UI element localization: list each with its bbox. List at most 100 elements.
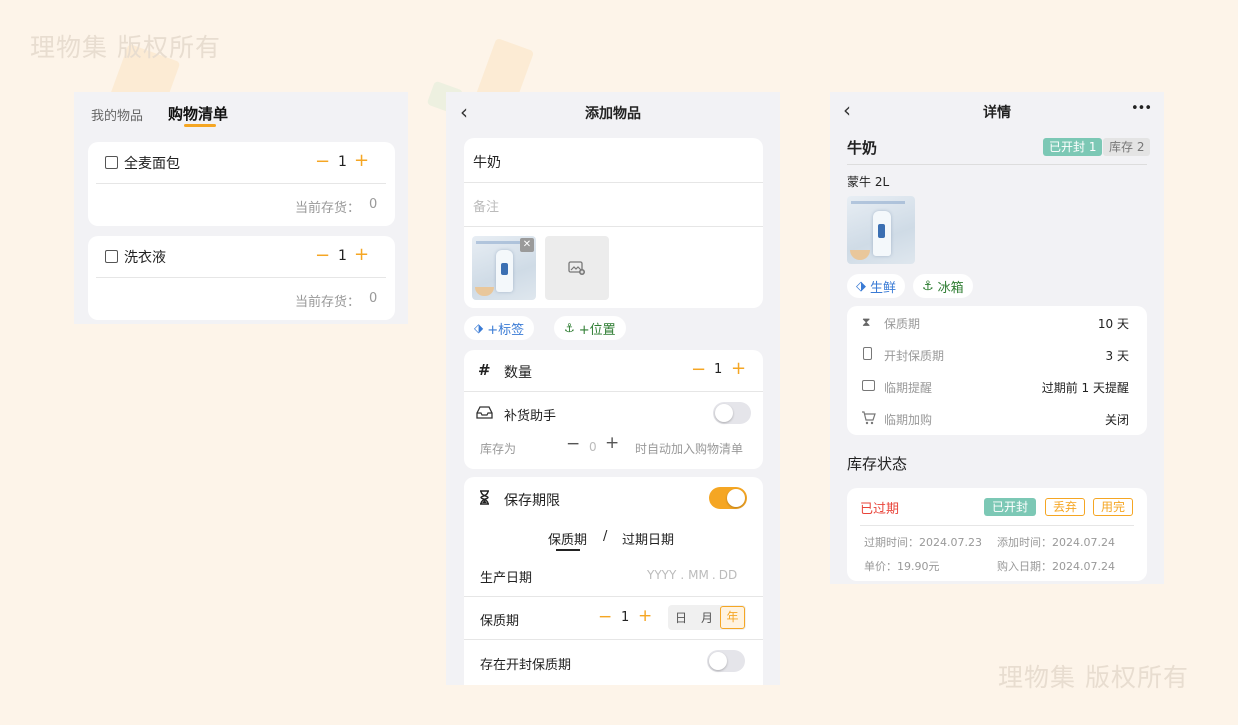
add-location-button[interactable]: ⚓ +位置 <box>554 316 626 340</box>
tab-shopping-list[interactable]: 购物清单 <box>168 103 228 124</box>
expire-time: 过期时间：2024.07.23 <box>864 536 982 549</box>
minus-button[interactable]: − <box>315 151 330 172</box>
more-icon[interactable]: ••• <box>1131 101 1152 116</box>
calendar-icon <box>862 380 875 391</box>
item-detail-screen: ‹ 详情 ••• 牛奶 已开封 1 库存 2 蒙牛 2L ⬗ 生鲜 ⚓ 冰箱 ⧗ 保… <box>830 92 1164 584</box>
shelf-period-minus-button[interactable]: − <box>598 607 612 627</box>
tag-fresh[interactable]: ⬗ 生鲜 <box>847 274 906 298</box>
bottle-icon <box>863 347 872 360</box>
tag-fridge-label: 冰箱 <box>937 280 964 296</box>
row-value: 关闭 <box>1104 413 1129 427</box>
hash-icon: # <box>478 361 491 379</box>
watermark-bottom: 理物集 版权所有 <box>998 663 1189 692</box>
shelf-life-toggle[interactable] <box>709 487 747 509</box>
stock-minus-button[interactable]: − <box>566 434 580 454</box>
note-field[interactable]: 备注 <box>473 196 499 215</box>
tag-fresh-label: 生鲜 <box>870 280 897 296</box>
status-text: 已过期 <box>860 502 900 517</box>
tag-icon: ⬗ <box>856 278 866 294</box>
auto-add-text: 时自动加入购物清单 <box>635 442 744 456</box>
add-item-screen: ‹ 添加物品 牛奶 备注 ✕ ⬗ +标签 ⚓ +位置 # 数量 − 1 + 补货助手… <box>446 92 780 685</box>
date-year: YYYY <box>647 568 677 582</box>
shelf-period-label: 保质期 <box>480 614 520 629</box>
add-time: 添加时间：2024.07.24 <box>997 536 1115 549</box>
anchor-icon: ⚓ <box>564 321 575 335</box>
unit-price: 单价：19.90元 <box>864 560 940 573</box>
item-name: 全麦面包 <box>124 156 180 172</box>
shelf-life-label: 保存期限 <box>504 493 560 509</box>
tag-fridge[interactable]: ⚓ 冰箱 <box>913 274 973 298</box>
add-tag-label: +标签 <box>487 322 525 338</box>
stock-status-card: 已过期 已开封 丢弃 用完 过期时间：2024.07.23 添加时间：2024.… <box>847 488 1147 581</box>
tab-indicator <box>184 124 216 127</box>
date-day: DD <box>718 568 738 582</box>
name-field[interactable]: 牛奶 <box>473 152 501 172</box>
unit-selector: 日 月 年 <box>668 605 746 630</box>
row-value: 3 天 <box>1105 349 1129 363</box>
production-date-label: 生产日期 <box>480 571 533 586</box>
watermark-top: 理物集 版权所有 <box>30 33 221 62</box>
quantity-minus-button[interactable]: − <box>691 359 706 380</box>
quantity-label: 数量 <box>504 365 532 381</box>
date-month: MM <box>688 568 709 582</box>
restock-toggle[interactable] <box>713 402 751 424</box>
plus-button[interactable]: + <box>354 244 369 265</box>
row-label: 保质期 <box>884 317 921 331</box>
item-name: 牛奶 <box>847 139 878 157</box>
unit-day[interactable]: 日 <box>668 609 694 626</box>
shopping-list-screen: 我的物品 购物清单 全麦面包 − 1 + 当前存货： 0 洗衣液 − 1 + 当… <box>74 92 408 324</box>
row-label: 临期提醒 <box>884 381 933 395</box>
hourglass-icon <box>480 490 489 505</box>
row-label: 开封保质期 <box>884 349 945 363</box>
page-title: 添加物品 <box>585 106 641 122</box>
restock-label: 补货助手 <box>504 409 557 424</box>
anchor-icon: ⚓ <box>922 278 934 294</box>
quantity-value: 1 <box>714 362 723 377</box>
segment-shelf-life[interactable]: 保质期 <box>548 529 587 548</box>
row-label: 临期加购 <box>884 413 933 427</box>
tab-my-items[interactable]: 我的物品 <box>91 105 143 124</box>
segment-indicator <box>556 549 580 551</box>
remove-photo-icon[interactable]: ✕ <box>520 238 534 252</box>
checkbox[interactable] <box>105 156 118 169</box>
buy-date: 购入日期：2024.07.24 <box>997 560 1115 573</box>
used-up-button[interactable]: 用完 <box>1093 498 1134 516</box>
tag-icon: ⬗ <box>474 321 484 335</box>
row-value: 10 天 <box>1097 317 1129 331</box>
stock-threshold-value[interactable]: 0 <box>589 440 597 454</box>
stock-label: 当前存货： <box>295 295 361 310</box>
stock-is-label: 库存为 <box>480 442 517 456</box>
add-tag-button[interactable]: ⬗ +标签 <box>464 316 535 340</box>
detail-rows-card: ⧗ 保质期 10 天 开封保质期 3 天 临期提醒 过期前 1 天提醒 临期加购… <box>847 306 1147 435</box>
opened-shelf-toggle[interactable] <box>707 650 745 672</box>
stock-plus-button[interactable]: + <box>605 433 619 453</box>
opened-shelf-label: 存在开封保质期 <box>480 658 572 673</box>
item-photo[interactable] <box>847 196 915 264</box>
page-title: 详情 <box>983 105 1011 121</box>
cart-icon <box>862 411 876 425</box>
minus-button[interactable]: − <box>315 245 330 266</box>
item-qty: 1 <box>338 248 347 264</box>
stock-badge: 库存 2 <box>1103 138 1151 156</box>
stock-value: 0 <box>369 291 378 306</box>
list-item: 全麦面包 − 1 + 当前存货： 0 <box>88 142 395 226</box>
production-date-field[interactable]: YYYY . MM . DD <box>647 568 737 582</box>
stock-label: 当前存货： <box>295 201 361 216</box>
discard-button[interactable]: 丢弃 <box>1045 498 1086 516</box>
segment-expiry-date[interactable]: 过期日期 <box>622 529 674 548</box>
item-name: 洗衣液 <box>124 250 166 266</box>
item-qty: 1 <box>338 154 347 170</box>
shelf-period-plus-button[interactable]: + <box>638 606 652 626</box>
unit-year[interactable]: 年 <box>720 606 745 629</box>
quantity-plus-button[interactable]: + <box>731 358 746 379</box>
opened-badge: 已开封 1 <box>1043 138 1103 156</box>
quantity-card: # 数量 − 1 + 补货助手 库存为 − 0 + 时自动加入购物清单 <box>464 350 763 469</box>
add-image-icon <box>568 261 585 275</box>
inbox-icon <box>476 406 493 419</box>
unit-month[interactable]: 月 <box>694 609 720 626</box>
checkbox[interactable] <box>105 250 118 263</box>
opened-button[interactable]: 已开封 <box>984 498 1037 516</box>
plus-button[interactable]: + <box>354 150 369 171</box>
date-dot: . <box>711 568 716 582</box>
add-photo-button[interactable] <box>545 236 609 300</box>
